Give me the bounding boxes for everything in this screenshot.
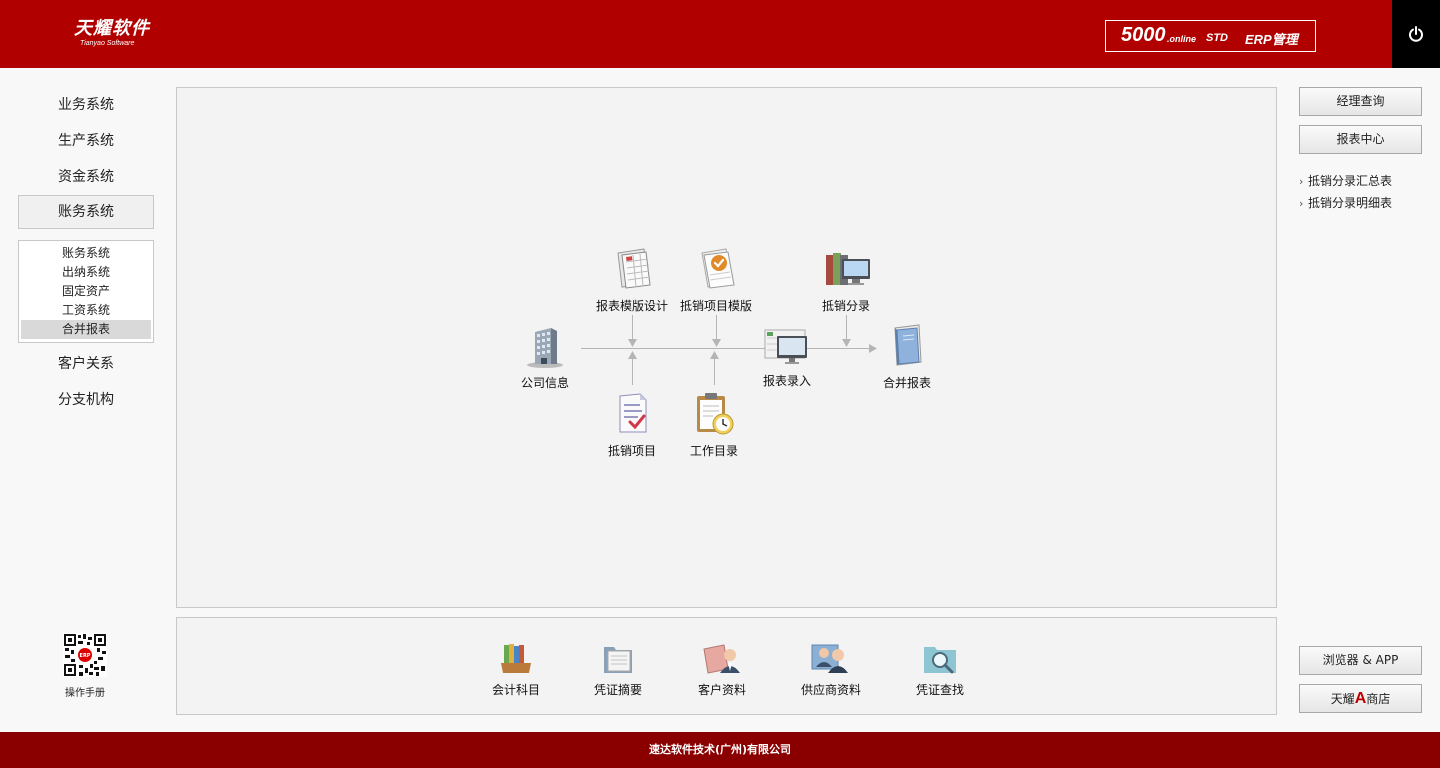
shortcut-customer-data[interactable]: 客户资料 [691,641,753,698]
product-badge: 5000 .online STD ERP管理 [1105,20,1316,52]
report-monitor-icon [764,329,807,364]
checked-form-icon [619,393,647,433]
arrow-offset-entry-down [842,339,851,347]
submenu-cashier[interactable]: 出纳系统 [21,263,151,282]
consolidated-report-label: 合并报表 [882,376,931,390]
product-erp: ERP管理 [1245,32,1298,47]
offset-detail-label: 抵销分录明细表 [1308,196,1393,210]
product-edition: STD [1206,32,1228,44]
arrow-offset-template-down [712,339,721,347]
shortcut-voucher-summary[interactable]: 凭证摘要 [587,641,649,698]
shortcut-panel: 会计科目 凭证摘要 客户资料 供应商资料 凭证查找 [176,617,1277,715]
nav-accounting-system[interactable]: 账务系统 [18,195,154,229]
arrow-workdir-up [710,351,719,359]
supplier-data-label: 供应商资料 [800,683,861,697]
nav-business-system[interactable]: 业务系统 [18,88,154,122]
voucher-search-label: 凭证查找 [915,683,964,697]
logo-en-text: Tianyao Software [80,40,135,47]
browser-app-button[interactable]: 浏览器 & APP [1299,646,1422,675]
offset-items-label: 抵销项目 [607,444,656,458]
nav-customer-relations[interactable]: 客户关系 [18,347,154,381]
store-prefix: 天耀 [1330,692,1355,706]
flow-work-directory[interactable]: 工作目录 [681,390,747,459]
footer-bar: 速达软件技术(广州)有限公司 [0,732,1440,768]
logo-cn-text: 天耀软件 [74,18,150,39]
power-button[interactable] [1392,0,1440,68]
submenu-accounting[interactable]: 账务系统 [21,244,151,263]
company-info-label: 公司信息 [520,376,569,390]
accounting-submenu: 账务系统 出纳系统 固定资产 工资系统 合并报表 [18,240,154,343]
customer-contact-icon [703,644,740,674]
offset-template-label: 抵销项目模版 [679,299,752,313]
flow-offset-items[interactable]: 抵销项目 [597,390,667,459]
nav-branch-organization[interactable]: 分支机构 [18,383,154,417]
approved-document-icon [701,248,735,289]
accounting-subjects-label: 会计科目 [491,683,540,697]
connector-workdir-up [714,358,715,385]
report-center-button[interactable]: 报表中心 [1299,125,1422,154]
clipboard-clock-icon [697,393,734,435]
building-icon [527,328,563,368]
product-online: .online [1167,34,1196,44]
offset-summary-link[interactable]: › 抵销分录汇总表 [1299,172,1392,189]
supplier-people-icon [811,644,848,673]
book-binders-icon [501,644,531,673]
search-folder-icon [924,647,956,674]
offset-detail-link[interactable]: › 抵销分录明细表 [1299,194,1392,211]
shortcut-supplier-data[interactable]: 供应商资料 [791,641,871,698]
arrow-offset-items-up [628,351,637,359]
arrow-to-consolidated [869,344,877,353]
connector-to-consolidated [820,348,870,349]
tianyao-logo[interactable]: 天耀软件 Tianyao Software [74,18,150,48]
shortcut-voucher-search[interactable]: 凭证查找 [909,641,971,698]
manual-label[interactable]: 操作手册 [54,684,116,699]
flow-panel: 公司信息 报表模版设计 抵销项目模版 抵销分录 报表录入 合并报表 抵销项目 工… [176,87,1277,608]
submenu-fixed-assets[interactable]: 固定资产 [21,282,151,301]
svg-text:ERP: ERP [80,653,91,659]
voucher-summary-label: 凭证摘要 [593,683,642,697]
report-book-icon [894,324,922,366]
arrow-template-down [628,339,637,347]
manager-query-button[interactable]: 经理查询 [1299,87,1422,116]
flow-template-design[interactable]: 报表模版设计 [589,245,675,314]
qr-code-icon[interactable]: ERP [63,633,107,677]
power-icon [1409,26,1423,42]
report-entry-label: 报表录入 [762,374,811,388]
chevron-right-icon: › [1299,175,1304,188]
work-directory-label: 工作目录 [689,444,738,458]
submenu-payroll[interactable]: 工资系统 [21,301,151,320]
connector-offset-items-up [632,358,633,385]
flow-company-info[interactable]: 公司信息 [509,322,581,391]
top-header: 天耀软件 Tianyao Software 5000 .online STD E… [0,0,1440,68]
spreadsheet-icon [617,248,651,289]
footer-company: 速达软件技术(广州)有限公司 [648,743,792,756]
binders-monitor-icon [826,253,870,285]
store-suffix: 商店 [1366,692,1391,706]
store-a-logo-icon: A [1354,690,1367,707]
shortcut-accounting-subjects[interactable]: 会计科目 [485,641,547,698]
customer-data-label: 客户资料 [697,683,746,697]
submenu-consolidated-report[interactable]: 合并报表 [21,320,151,339]
flow-report-entry[interactable]: 报表录入 [753,324,821,389]
flow-offset-template[interactable]: 抵销项目模版 [674,245,758,314]
voucher-folder-icon [604,647,632,673]
nav-production-system[interactable]: 生产系统 [18,124,154,158]
template-design-label: 报表模版设计 [595,299,668,313]
nav-funds-system[interactable]: 资金系统 [18,160,154,194]
offset-summary-label: 抵销分录汇总表 [1308,174,1393,188]
app-store-button[interactable]: 天耀A商店 [1299,684,1422,713]
flow-consolidated-report[interactable]: 合并报表 [877,322,937,391]
offset-entry-label: 抵销分录 [821,299,870,313]
chevron-right-icon: › [1299,197,1304,210]
product-number: 5000 [1121,24,1166,46]
flow-offset-entry[interactable]: 抵销分录 [814,245,878,314]
